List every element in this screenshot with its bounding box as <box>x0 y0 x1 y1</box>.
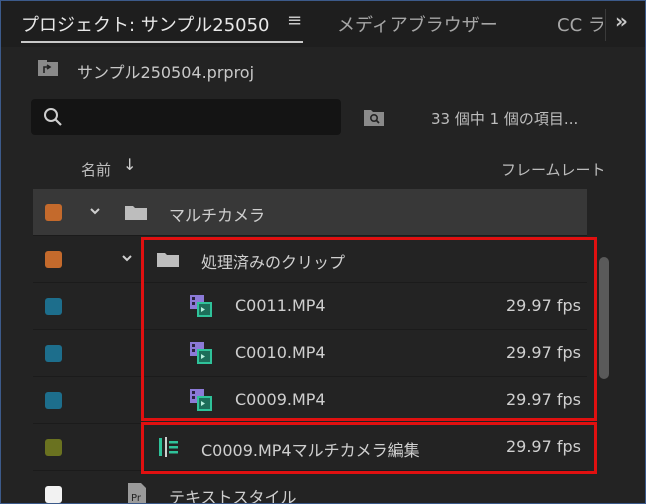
label-color-swatch[interactable] <box>45 439 62 456</box>
tab-project[interactable]: プロジェクト: サンプル25050 <box>21 11 270 37</box>
list-item[interactable]: C0009.MP4マルチカメラ編集 29.97 fps <box>33 424 587 471</box>
item-label: マルチカメラ <box>169 206 266 225</box>
scrollbar-thumb[interactable] <box>599 257 609 379</box>
item-fps: 29.97 fps <box>505 437 581 456</box>
find-bin-icon[interactable] <box>363 107 385 127</box>
list-item[interactable]: 処理済みのクリップ <box>33 236 587 283</box>
video-clip-icon <box>190 389 212 411</box>
tab-media-browser[interactable]: メディアブラウザー <box>337 11 498 37</box>
text-style-icon: Pr <box>128 483 146 504</box>
search-icon <box>44 108 62 126</box>
label-color-swatch[interactable] <box>45 251 62 268</box>
list-item[interactable]: C0011.MP4 29.97 fps <box>33 283 587 330</box>
search-input[interactable] <box>31 99 341 135</box>
label-color-swatch[interactable] <box>45 298 62 315</box>
item-count: 33 個中 1 個の項目... <box>431 110 579 128</box>
folder-icon <box>125 206 147 220</box>
project-file-name: サンプル250504.prproj <box>77 63 255 82</box>
multicam-sequence-icon <box>159 437 178 457</box>
chevron-down-icon[interactable] <box>121 252 133 264</box>
panel-menu-icon[interactable]: ≡ <box>287 10 302 31</box>
folder-icon <box>157 253 179 267</box>
item-label: C0010.MP4 <box>235 343 326 362</box>
label-color-swatch[interactable] <box>45 486 62 503</box>
project-panel: プロジェクト: サンプル25050 ≡ メディアブラウザー CC ラ » サンプ… <box>0 0 646 504</box>
item-fps: 29.97 fps <box>505 296 581 315</box>
item-fps: 29.97 fps <box>505 343 581 362</box>
list-item[interactable]: C0010.MP4 29.97 fps <box>33 330 587 377</box>
project-item-list: マルチカメラ 処理済みのクリップ C0011.MP4 29.97 fps C00… <box>33 189 587 504</box>
column-header-frame-rate[interactable]: フレームレート <box>501 159 603 180</box>
item-fps: 29.97 fps <box>505 390 581 409</box>
overflow-tabs-icon[interactable]: » <box>615 9 628 33</box>
tab-separator <box>605 9 606 41</box>
item-label: C0009.MP4マルチカメラ編集 <box>201 441 420 460</box>
list-item[interactable]: マルチカメラ <box>33 189 587 236</box>
item-label: テキストスタイル <box>169 488 297 504</box>
item-label: C0009.MP4 <box>235 390 326 409</box>
item-label: 処理済みのクリップ <box>201 253 346 272</box>
label-color-swatch[interactable] <box>45 345 62 362</box>
panel-tab-bar: プロジェクト: サンプル25050 ≡ メディアブラウザー CC ラ » <box>1 1 645 47</box>
sort-arrow-icon: ↓ <box>123 155 137 174</box>
list-item[interactable]: Pr テキストスタイル <box>33 471 587 504</box>
active-tab-underline <box>21 41 303 43</box>
label-color-swatch[interactable] <box>45 392 62 409</box>
column-header-name[interactable]: 名前 <box>81 159 111 180</box>
video-clip-icon <box>190 295 212 317</box>
svg-text:Pr: Pr <box>131 493 142 504</box>
chevron-down-icon[interactable] <box>89 205 101 217</box>
list-item[interactable]: C0009.MP4 29.97 fps <box>33 377 587 424</box>
video-clip-icon <box>190 342 212 364</box>
label-color-swatch[interactable] <box>45 204 62 221</box>
project-up-icon[interactable] <box>37 59 59 77</box>
tab-cc-libraries[interactable]: CC ラ <box>557 11 603 37</box>
item-label: C0011.MP4 <box>235 296 326 315</box>
